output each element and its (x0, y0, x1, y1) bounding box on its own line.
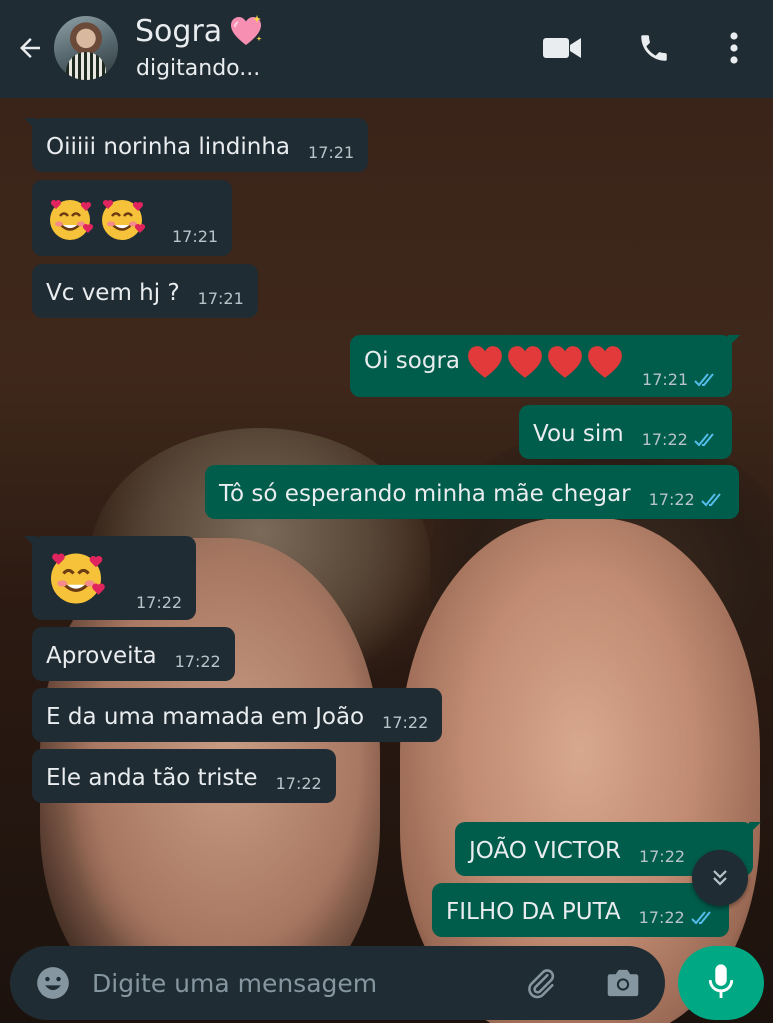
message-time: 17:21 (308, 143, 355, 162)
red-heart-icon (588, 346, 622, 378)
message-outgoing[interactable]: Oi sogra 17:21 (350, 335, 741, 397)
message-text: E da uma mamada em João (46, 704, 365, 731)
message-meta: 17:22 (639, 908, 715, 927)
double-chevron-down-icon (713, 870, 727, 886)
message-text: Tô só esperando minha mãe chegar (219, 481, 631, 508)
message-incoming[interactable]: Aproveita 17:22 (32, 627, 235, 681)
message-outgoing[interactable]: Vou sim 17:22 (519, 405, 732, 459)
message-composer (10, 946, 665, 1020)
message-time: 17:22 (638, 847, 686, 866)
video-call-icon[interactable] (540, 26, 584, 70)
message-text: Oi sogra (364, 348, 461, 375)
message-input[interactable] (92, 960, 512, 1006)
sparkling-heart-icon (228, 14, 264, 50)
red-heart-icon (508, 346, 542, 378)
message-time: 17:22 (641, 430, 688, 449)
back-arrow-icon[interactable] (10, 28, 50, 68)
read-ticks-icon (694, 432, 714, 446)
scroll-to-bottom-button[interactable] (692, 850, 748, 906)
read-ticks-icon (701, 492, 721, 506)
red-heart-icon (468, 346, 502, 378)
smiling-face-with-hearts-icon (51, 553, 105, 604)
attach-icon[interactable] (518, 960, 564, 1006)
message-incoming[interactable]: E da uma mamada em João 17:22 (32, 688, 443, 742)
message-text: FILHO DA PUTA (446, 899, 621, 926)
message-time: 17:22 (638, 908, 685, 927)
message-time: 17:21 (642, 370, 689, 389)
smiling-face-with-hearts-icon (50, 200, 94, 240)
contact-name[interactable]: Sogra (135, 14, 222, 49)
message-incoming[interactable]: Ele anda tão triste 17:22 (32, 749, 336, 803)
message-time: 17:22 (648, 490, 695, 509)
message-incoming[interactable]: Vc vem hj ? 17:21 (32, 264, 258, 318)
phone-icon[interactable] (632, 26, 676, 70)
avatar[interactable] (54, 16, 118, 80)
message-meta: 17:22 (642, 430, 718, 449)
message-outgoing[interactable]: FILHO DA PUTA 17:22 (432, 883, 729, 937)
more-vert-icon[interactable] (712, 26, 756, 70)
message-text: JOÃO VICTOR (469, 838, 621, 865)
message-text: Ele anda tão triste (46, 765, 258, 792)
message-time: 17:22 (174, 652, 221, 671)
message-incoming[interactable]: 17:22 (24, 536, 197, 620)
message-text: Oiiiii norinha lindinha (46, 134, 291, 161)
message-text: Vou sim (533, 421, 624, 448)
chat-header: Sogra digitando... (0, 0, 773, 98)
typing-status: digitando... (136, 56, 261, 81)
message-incoming[interactable]: Oiiiii norinha lindinha 17:21 (24, 118, 369, 172)
read-ticks-icon (694, 372, 714, 386)
message-meta: 17:21 (642, 370, 718, 389)
message-text: Vc vem hj ? (46, 280, 180, 307)
message-meta: 17:22 (649, 490, 725, 509)
red-heart-icon (548, 346, 582, 378)
read-ticks-icon (690, 910, 711, 924)
emoji-icon[interactable] (30, 960, 76, 1006)
message-time: 17:21 (197, 289, 244, 308)
message-time: 17:22 (382, 713, 429, 732)
message-outgoing[interactable]: Tô só esperando minha mãe chegar 17:22 (205, 465, 739, 519)
message-text: Aproveita (46, 643, 157, 670)
mic-icon (708, 964, 734, 998)
camera-icon[interactable] (600, 960, 646, 1006)
message-time: 17:21 (172, 227, 219, 246)
voice-message-button[interactable] (678, 946, 764, 1020)
message-time: 17:22 (275, 774, 322, 793)
smiling-face-with-hearts-icon (102, 200, 146, 240)
message-incoming[interactable]: 17:21 (32, 180, 233, 256)
message-time: 17:22 (136, 593, 183, 612)
